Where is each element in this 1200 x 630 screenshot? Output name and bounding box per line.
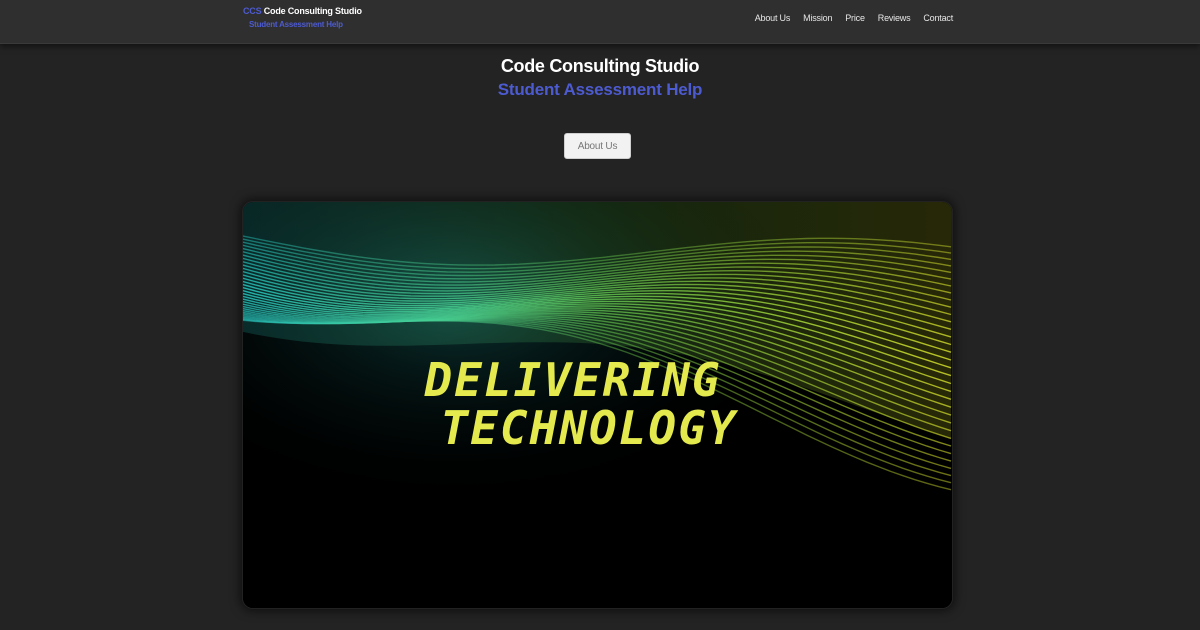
brand-logo[interactable]: CCS Code Consulting Studio Student Asses… <box>243 6 362 29</box>
nav-link-price[interactable]: Price <box>845 13 865 23</box>
page-subtitle: Student Assessment Help <box>497 80 703 99</box>
brand-title: CCS Code Consulting Studio <box>243 6 362 16</box>
page-title: Code Consulting Studio <box>500 56 700 76</box>
banner-text-line2: TECHNOLOGY <box>441 401 739 455</box>
brand-name: Code Consulting Studio <box>263 6 362 16</box>
about-us-button[interactable]: About Us <box>564 133 631 159</box>
navbar: CCS Code Consulting Studio Student Asses… <box>0 0 1200 44</box>
nav-link-reviews[interactable]: Reviews <box>878 13 911 23</box>
nav-link-mission[interactable]: Mission <box>803 13 832 23</box>
nav-link-contact[interactable]: Contact <box>923 13 953 23</box>
brand-tagline: Student Assessment Help <box>249 20 343 29</box>
brand-abbreviation: CCS <box>243 6 262 16</box>
banner-text-line1: DELIVERING <box>424 353 722 407</box>
wave-graphic: DELIVERING TECHNOLOGY <box>243 202 952 608</box>
hero-banner-image: DELIVERING TECHNOLOGY <box>243 202 952 608</box>
main-nav: About Us Mission Price Reviews Contact <box>755 13 953 23</box>
nav-link-about-us[interactable]: About Us <box>755 13 791 23</box>
